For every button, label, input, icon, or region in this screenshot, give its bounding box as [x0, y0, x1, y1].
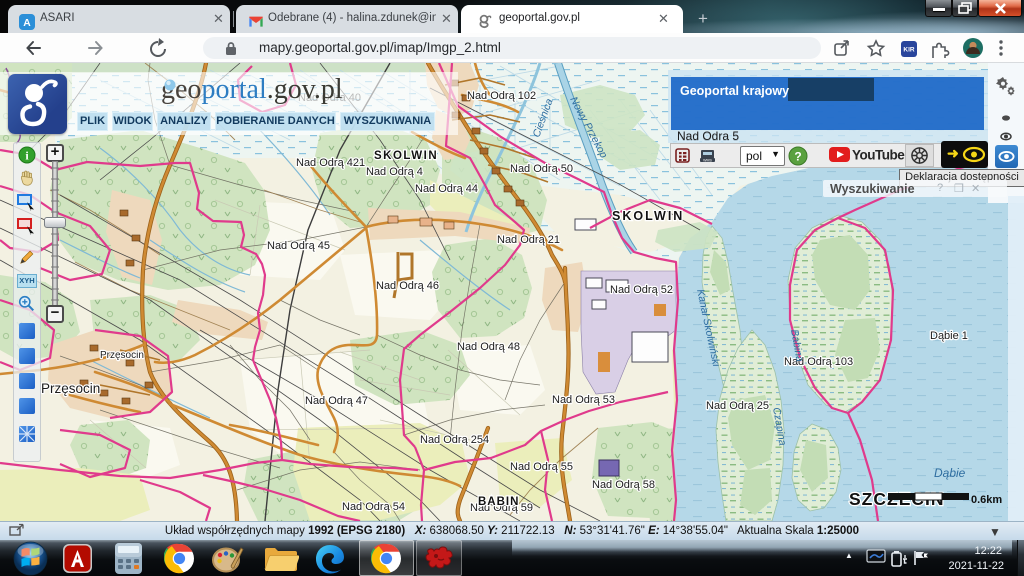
svg-text:Dąbie: Dąbie: [934, 466, 966, 480]
svg-text:WMS: WMS: [703, 159, 712, 163]
svg-text:Przęsocin: Przęsocin: [41, 381, 100, 396]
svg-text:YouTube: YouTube: [852, 148, 905, 163]
svg-text:Nad Odrą 47: Nad Odrą 47: [305, 395, 368, 407]
svg-text:Nad Odrą 48: Nad Odrą 48: [457, 341, 520, 353]
svg-text:A: A: [23, 18, 31, 29]
svg-text:Nad Odrą 58: Nad Odrą 58: [592, 479, 655, 491]
svg-text:Nad Odrą 102: Nad Odrą 102: [467, 90, 536, 102]
svg-text:Nad Odrą 50: Nad Odrą 50: [510, 163, 573, 175]
svg-text:Nad Odrą 54: Nad Odrą 54: [342, 501, 405, 513]
svg-text:Nad Odrą 21: Nad Odrą 21: [497, 234, 560, 246]
svg-text:SKOLWIN: SKOLWIN: [612, 209, 684, 223]
svg-text:Nad Odrą 44: Nad Odrą 44: [415, 183, 478, 195]
svg-text:Nad Odrą 53: Nad Odrą 53: [552, 394, 615, 406]
svg-text:KIR: KIR: [903, 47, 915, 54]
svg-text:Nad Odrą 254: Nad Odrą 254: [420, 434, 489, 446]
svg-text:BABIN: BABIN: [478, 496, 519, 508]
svg-text:Nad Odrą 4: Nad Odrą 4: [366, 166, 423, 178]
svg-text:SKOLWIN: SKOLWIN: [374, 150, 438, 162]
svg-text:Nad Odrą 45: Nad Odrą 45: [267, 240, 330, 252]
svg-text:0.6km: 0.6km: [971, 494, 1002, 506]
svg-text:Przęsocin: Przęsocin: [100, 350, 144, 361]
svg-text:Nad Odrą 55: Nad Odrą 55: [510, 461, 573, 473]
svg-text:Nad Odrą 52: Nad Odrą 52: [610, 284, 673, 296]
svg-text:?: ?: [794, 150, 801, 164]
svg-text:Nad Odrą 25: Nad Odrą 25: [706, 400, 769, 412]
svg-text:Nad Odrą 421: Nad Odrą 421: [296, 157, 365, 169]
svg-text:Dąbie 1: Dąbie 1: [930, 330, 968, 342]
svg-text:Nad Odrą 46: Nad Odrą 46: [376, 280, 439, 292]
